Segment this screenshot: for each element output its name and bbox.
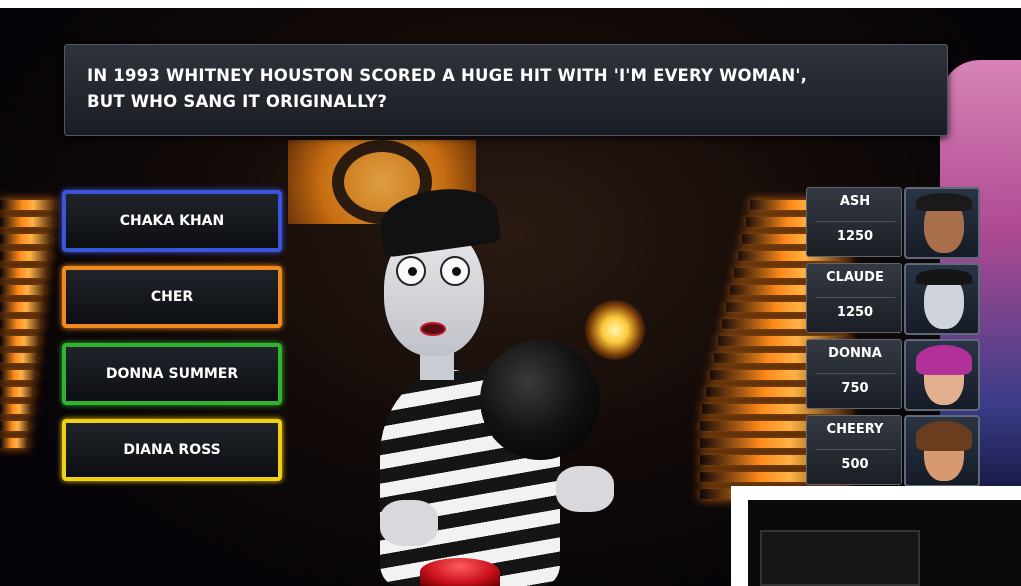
score-divider bbox=[815, 297, 895, 298]
answer-button-cher[interactable]: CHER bbox=[62, 266, 282, 328]
donna-avatar-icon bbox=[904, 339, 980, 411]
answer-button-diana-ross[interactable]: DIANA ROSS bbox=[62, 419, 282, 481]
player-name-box: DONNA 750 bbox=[806, 339, 902, 409]
player-card-claude: CLAUDE 1250 bbox=[806, 263, 982, 335]
score-divider bbox=[815, 221, 895, 222]
ash-avatar-icon bbox=[904, 187, 980, 259]
avatar-hair bbox=[916, 193, 972, 211]
answer-label: CHAKA KHAN bbox=[119, 213, 225, 229]
mime-beret bbox=[376, 182, 502, 258]
player-name: CHEERY bbox=[826, 422, 884, 437]
answer-button-donna-summer[interactable]: DONNA SUMMER bbox=[62, 343, 282, 405]
question-text: IN 1993 WHITNEY HOUSTON SCORED A HUGE HI… bbox=[87, 66, 808, 111]
player-score: 750 bbox=[841, 381, 869, 396]
player-score: 1250 bbox=[836, 305, 874, 320]
player-card-donna: DONNA 750 bbox=[806, 339, 982, 411]
red-buzzer bbox=[420, 558, 500, 586]
player-name: DONNA bbox=[828, 346, 882, 361]
player-name: ASH bbox=[839, 194, 871, 209]
player-card-ash: ASH 1250 bbox=[806, 187, 982, 259]
answer-label: CHER bbox=[150, 289, 194, 305]
mime-character bbox=[360, 180, 660, 586]
answer-label: DIANA ROSS bbox=[123, 442, 221, 458]
avatar-hair bbox=[916, 345, 972, 375]
answer-label: DONNA SUMMER bbox=[105, 366, 239, 382]
inset-frame bbox=[760, 530, 920, 586]
left-glowing-stairs bbox=[0, 200, 56, 448]
question-panel: IN 1993 WHITNEY HOUSTON SCORED A HUGE HI… bbox=[64, 44, 948, 136]
player-name-box: ASH 1250 bbox=[806, 187, 902, 257]
avatar-hair bbox=[916, 421, 972, 451]
player-card-cheery: CHEERY 500 bbox=[806, 415, 982, 487]
answer-button-chaka-khan[interactable]: CHAKA KHAN bbox=[62, 190, 282, 252]
fuse-spark-icon bbox=[585, 300, 645, 360]
mime-right-eye bbox=[440, 256, 470, 286]
cheery-avatar-icon bbox=[904, 415, 980, 487]
avatar-hair bbox=[916, 269, 972, 285]
mime-left-glove bbox=[380, 500, 438, 546]
mime-mouth bbox=[420, 322, 446, 336]
claude-avatar-icon bbox=[904, 263, 980, 335]
game-stage: IN 1993 WHITNEY HOUSTON SCORED A HUGE HI… bbox=[0, 0, 1021, 586]
player-name: CLAUDE bbox=[826, 270, 884, 285]
mime-left-eye bbox=[396, 256, 426, 286]
bomb-icon bbox=[480, 340, 600, 460]
player-name-box: CHEERY 500 bbox=[806, 415, 902, 485]
top-border bbox=[0, 0, 1021, 8]
player-score: 1250 bbox=[836, 229, 874, 244]
score-divider bbox=[815, 449, 895, 450]
player-score: 500 bbox=[841, 457, 869, 472]
player-name-box: CLAUDE 1250 bbox=[806, 263, 902, 333]
score-divider bbox=[815, 373, 895, 374]
mime-right-glove bbox=[556, 466, 614, 512]
